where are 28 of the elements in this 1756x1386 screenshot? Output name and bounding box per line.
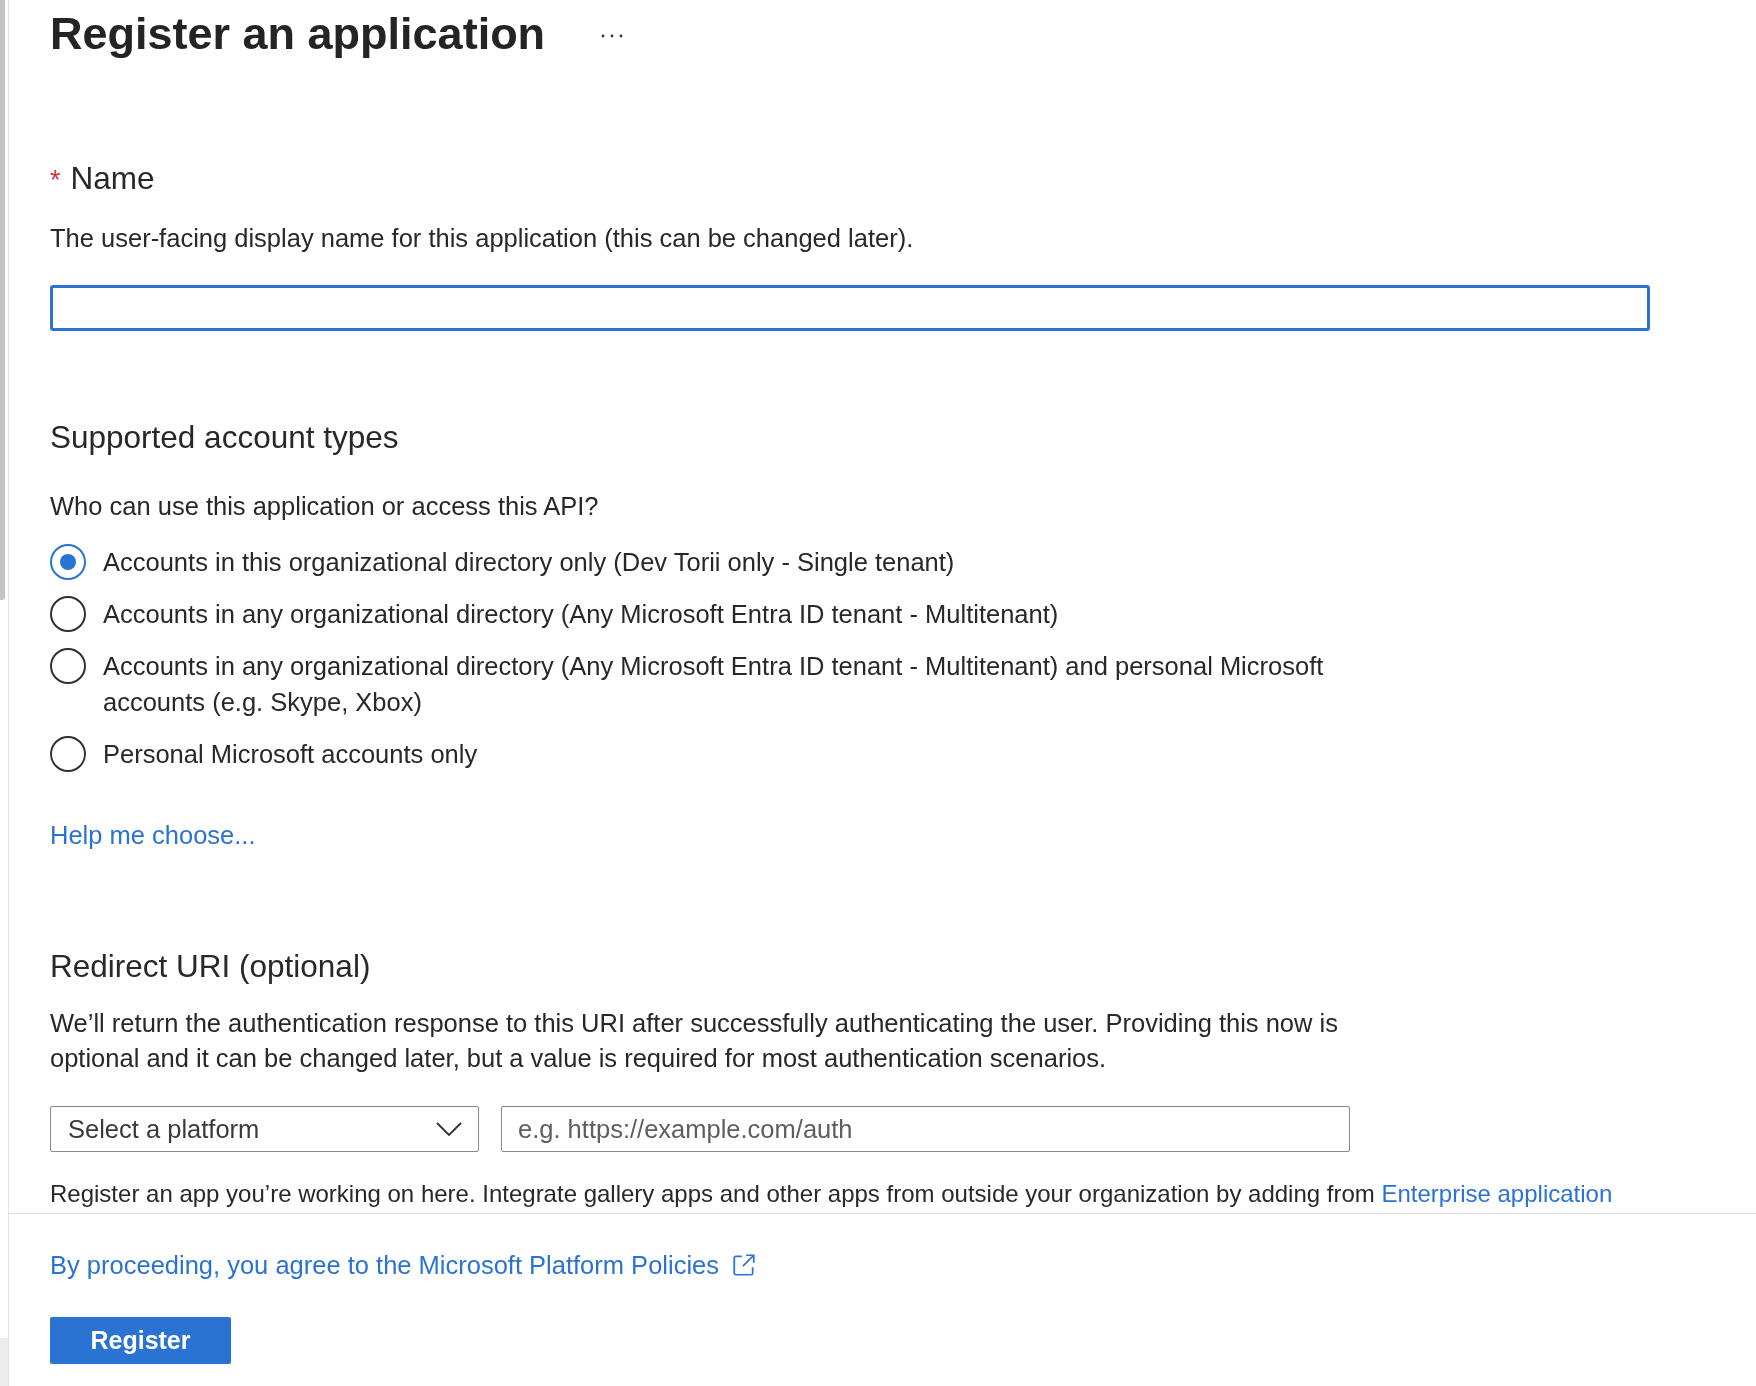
register-button[interactable]: Register: [50, 1317, 231, 1364]
required-mark: *: [50, 164, 61, 197]
intro-note-text: Register an app you’re working on here. Integrate gallery apps and other apps from outside your organization by adding from Enterprise application: [50, 1180, 1614, 1208]
radio-label[interactable]: Accounts in any organizational directory (Any Microsoft Entra ID tenant - Multitenant) and personal Microsoft accounts (e.g. Skype, Xbox): [103, 648, 1393, 720]
more-icon[interactable]: [601, 34, 624, 38]
radio-button[interactable]: [50, 736, 86, 772]
radio-button[interactable]: [50, 544, 86, 580]
radio-button[interactable]: [50, 648, 86, 684]
section-heading: Supported account types: [50, 419, 400, 455]
radio-label[interactable]: Accounts in any organizational directory (Any Microsoft Entra ID tenant - Multitenant): [103, 596, 1059, 632]
platform-policies-link[interactable]: By proceeding, you agree to the Microsoft Platform Policies: [50, 1250, 757, 1280]
chevron-down-icon: [436, 1121, 462, 1137]
redirect-uri-field[interactable]: e.g. https://example.com/auth: [501, 1106, 1350, 1152]
name-description: The user-facing display name for this application (this can be changed later).: [50, 223, 915, 253]
enterprise-applications-link[interactable]: Enterprise application: [1381, 1180, 1613, 1207]
redirect-description: We’ll return the authentication response to this URI after successfully authenticating the user. Providing this now is optional and it can be changed later, but a value is required for most authentication scenarios.: [50, 1008, 1339, 1074]
radio-label[interactable]: Accounts in this organizational directory only (Dev Torii only - Single tenant): [103, 544, 955, 580]
help-me-choose-link[interactable]: Help me choose...: [50, 820, 256, 850]
page-title: Register an application: [50, 7, 546, 61]
name-field[interactable]: [50, 285, 1650, 331]
section-heading: Redirect URI (optional): [50, 948, 372, 984]
platform-select[interactable]: Select a platform: [50, 1106, 479, 1152]
radio-label[interactable]: Personal Microsoft accounts only: [103, 736, 478, 772]
name-label: Name: [70, 160, 155, 196]
account-question: Who can use this application or access this API?: [50, 491, 600, 521]
scrollbar-thumb[interactable]: [0, 0, 5, 600]
external-link-icon: [731, 1252, 757, 1278]
radio-button[interactable]: [50, 596, 86, 632]
